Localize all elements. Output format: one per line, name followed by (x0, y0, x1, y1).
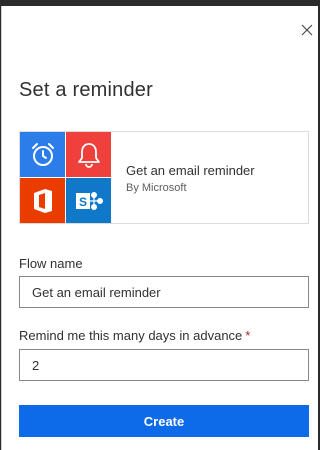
template-name: Get an email reminder (126, 163, 255, 178)
office-icon (33, 188, 52, 213)
template-card: S Get an email reminder By Microsoft (19, 131, 309, 224)
alarm-clock-tile (20, 132, 65, 177)
bell-tile (66, 132, 111, 177)
create-button[interactable]: Create (19, 405, 309, 437)
days-label: Remind me this many days in advance * (19, 328, 250, 343)
reminder-panel: Set a reminder S Get an email reminder B… (1, 6, 318, 450)
template-info: Get an email reminder By Microsoft (126, 163, 255, 194)
alarm-clock-icon (31, 142, 54, 166)
flow-name-input[interactable]: Get an email reminder (19, 276, 309, 308)
flow-name-value: Get an email reminder (32, 284, 161, 300)
days-input[interactable]: 2 (19, 349, 309, 381)
required-mark: * (245, 328, 251, 343)
template-publisher: By Microsoft (126, 182, 187, 194)
svg-text:S: S (78, 195, 86, 209)
close-button[interactable] (296, 19, 318, 41)
sharepoint-tile: S (66, 178, 111, 223)
flow-name-label: Flow name (19, 256, 83, 271)
bell-icon (77, 142, 100, 168)
page-title: Set a reminder (19, 79, 153, 101)
sharepoint-icon: S (75, 191, 103, 210)
office-tile (20, 178, 65, 223)
days-label-text: Remind me this many days in advance (19, 328, 243, 343)
connector-icons: S (20, 132, 111, 223)
close-icon (301, 24, 313, 36)
days-value: 2 (32, 357, 40, 373)
